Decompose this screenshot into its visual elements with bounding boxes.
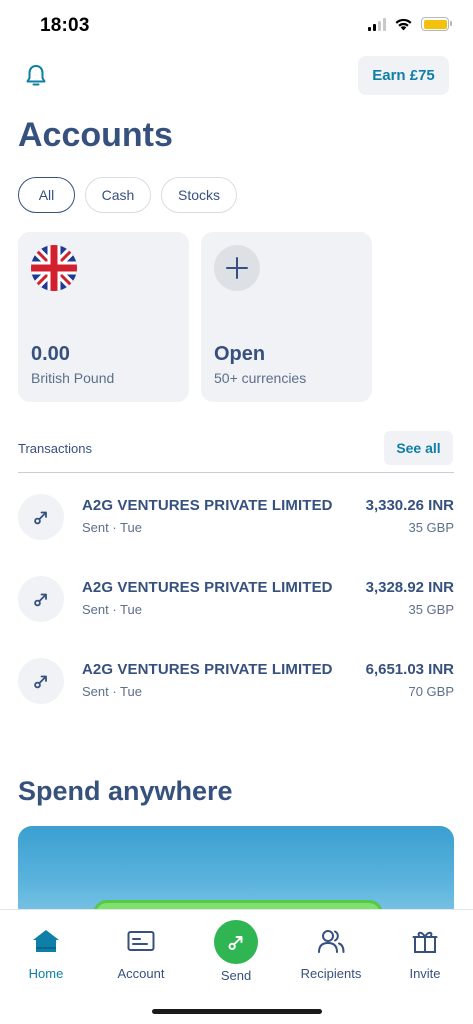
spend-anywhere-heading: Spend anywhere (18, 776, 233, 806)
nav-label: Send (220, 968, 252, 983)
transaction-row[interactable]: A2G VENTURES PRIVATE LIMITED Sent · Tue … (18, 576, 454, 636)
transaction-name: A2G VENTURES PRIVATE LIMITED (82, 661, 333, 678)
sent-arrow-icon (18, 576, 64, 622)
cellular-signal-icon (368, 17, 386, 31)
transaction-row[interactable]: A2G VENTURES PRIVATE LIMITED Sent · Tue … (18, 658, 454, 718)
account-currency-name: British Pound (31, 370, 115, 386)
nav-label: Recipients (300, 966, 362, 981)
earn-referral-button[interactable]: Earn £75 (358, 56, 449, 95)
open-account-sub: 50+ currencies (214, 370, 307, 386)
transaction-sub-amount: 35 GBP (408, 602, 454, 617)
status-time: 18:03 (40, 15, 90, 36)
account-filter-chips: All Cash Stocks (18, 177, 237, 213)
transaction-meta: Sent · Tue (82, 520, 142, 535)
nav-invite[interactable]: Invite (385, 924, 465, 981)
transaction-name: A2G VENTURES PRIVATE LIMITED (82, 497, 333, 514)
plus-icon (214, 245, 260, 291)
transaction-sub-amount: 35 GBP (408, 520, 454, 535)
nav-account[interactable]: Account (101, 924, 181, 981)
status-icons (368, 17, 452, 31)
transaction-amount: 3,330.26 INR (365, 497, 454, 514)
page-title: Accounts (18, 116, 173, 154)
battery-icon (421, 17, 452, 31)
bottom-nav: Home Account Send Recipients Invite (0, 909, 473, 1024)
filter-chip-stocks[interactable]: Stocks (161, 177, 237, 213)
filter-chip-cash[interactable]: Cash (85, 177, 151, 213)
nav-home[interactable]: Home (6, 924, 86, 981)
nav-label: Invite (409, 966, 441, 981)
uk-flag-icon (31, 245, 77, 291)
home-icon (29, 924, 63, 958)
home-indicator (152, 1009, 322, 1014)
bell-icon[interactable] (22, 62, 50, 90)
status-bar: 18:03 (0, 0, 473, 50)
nav-label: Home (28, 966, 64, 981)
open-account-label: Open (214, 343, 266, 365)
transaction-name: A2G VENTURES PRIVATE LIMITED (82, 579, 333, 596)
transaction-meta: Sent · Tue (82, 684, 142, 699)
transactions-divider (18, 472, 454, 473)
nav-send[interactable]: Send (196, 920, 276, 983)
account-card-gbp[interactable]: 0.00 British Pound (18, 232, 189, 402)
nav-label: Account (117, 966, 165, 981)
sent-arrow-icon (18, 658, 64, 704)
open-account-card[interactable]: Open 50+ currencies (201, 232, 372, 402)
nav-recipients[interactable]: Recipients (291, 924, 371, 981)
sent-arrow-icon (18, 494, 64, 540)
send-icon (214, 920, 258, 964)
wifi-icon (395, 18, 412, 31)
see-all-button[interactable]: See all (384, 431, 453, 465)
recipients-icon (314, 924, 348, 958)
transaction-amount: 6,651.03 INR (365, 661, 454, 678)
transactions-heading: Transactions (18, 441, 92, 456)
gift-icon (408, 924, 442, 958)
transaction-amount: 3,328.92 INR (365, 579, 454, 596)
transaction-meta: Sent · Tue (82, 602, 142, 617)
transaction-sub-amount: 70 GBP (408, 684, 454, 699)
filter-chip-all[interactable]: All (18, 177, 75, 213)
transaction-row[interactable]: A2G VENTURES PRIVATE LIMITED Sent · Tue … (18, 494, 454, 554)
account-balance: 0.00 (31, 343, 70, 365)
card-icon (124, 924, 158, 958)
